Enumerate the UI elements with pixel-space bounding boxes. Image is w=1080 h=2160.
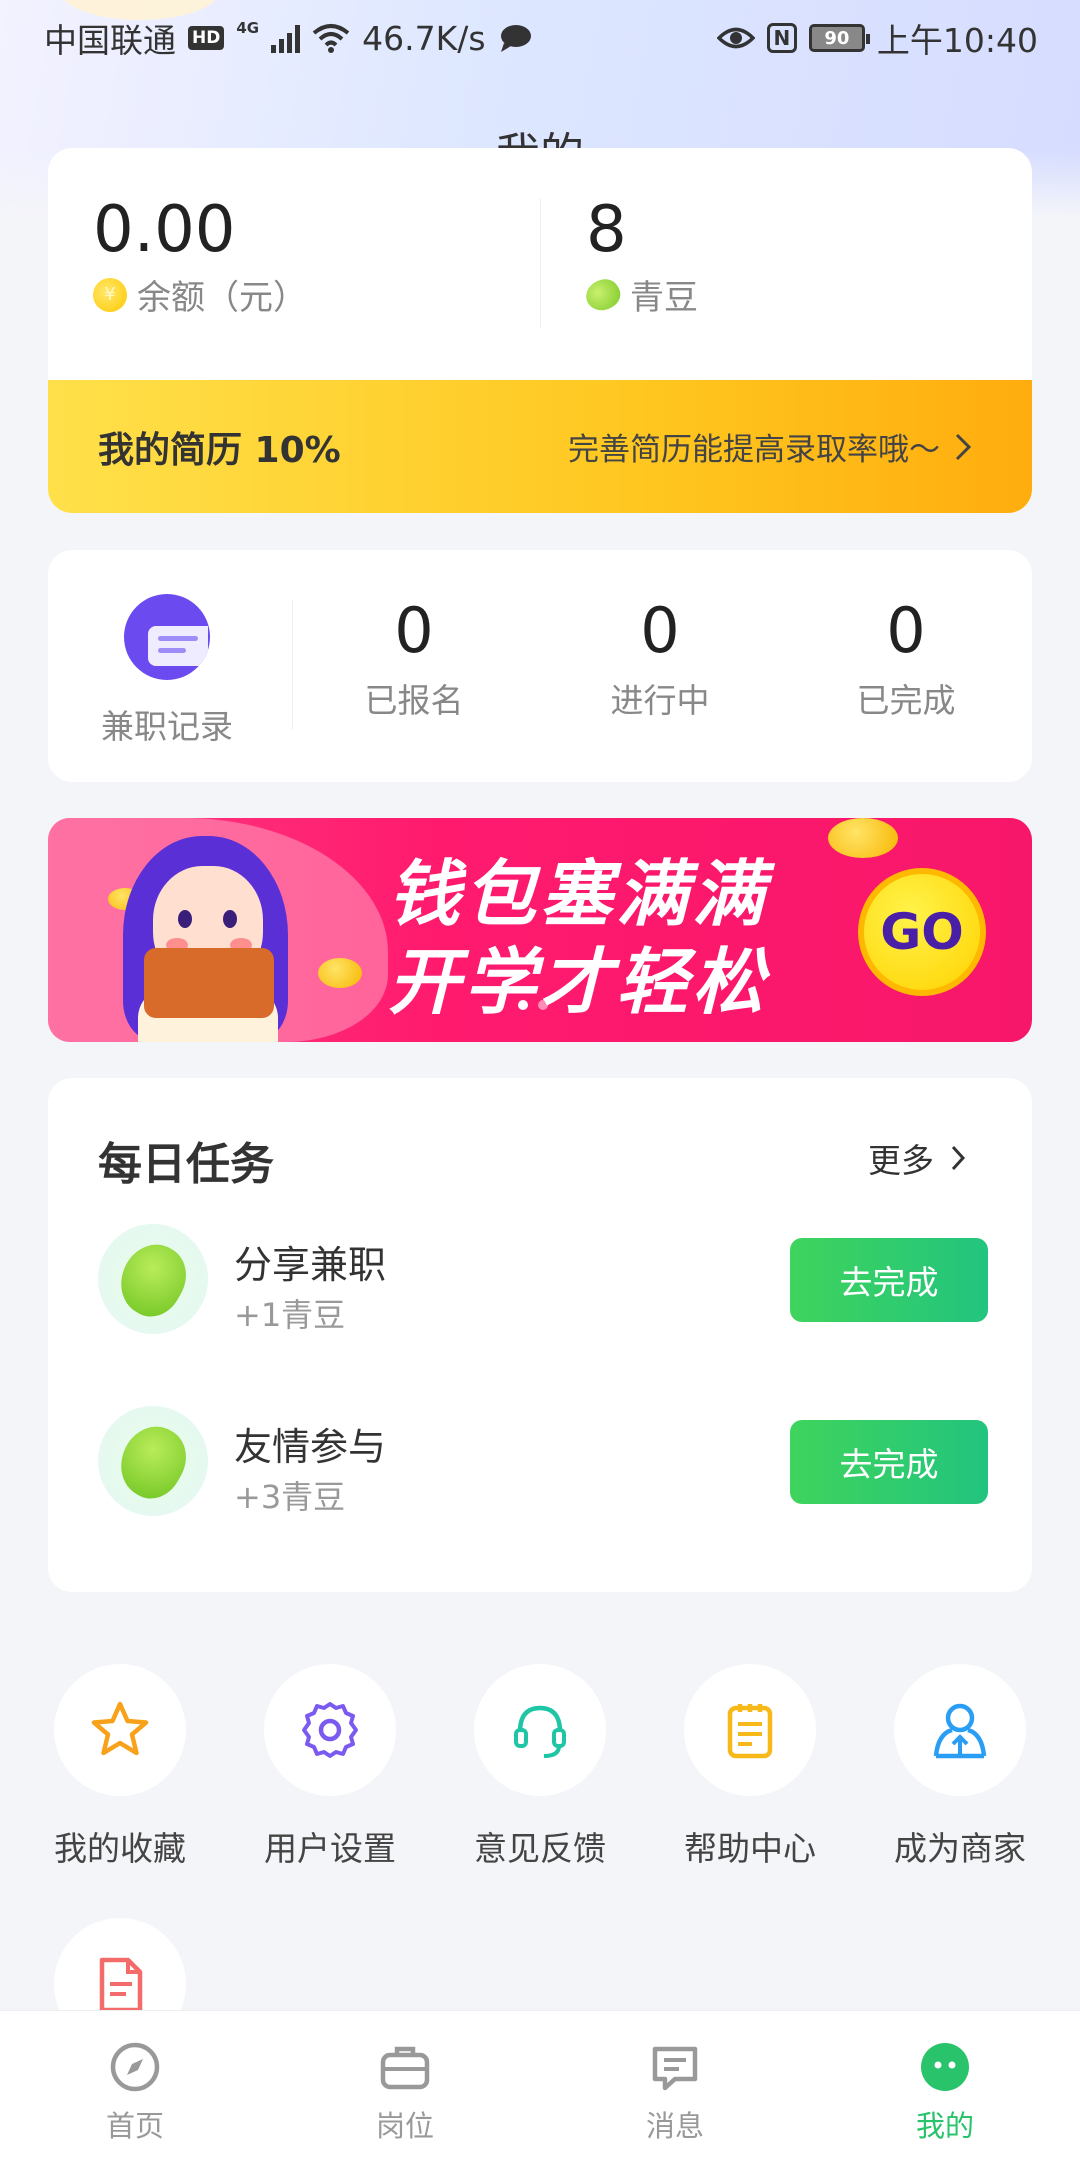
bottom-nav: 首页 岗位 消息 我的 [0,2010,1080,2160]
stat-in-progress[interactable]: 0 进行中 [560,600,760,722]
nav-label: 首页 [105,2109,164,2143]
job-records-entry[interactable]: 兼职记录 [92,594,242,748]
document-icon [99,1957,143,2013]
service-label: 用户设置 [264,1829,396,1868]
briefcase-icon [380,2046,430,2090]
notepad-icon [727,1704,773,1759]
network-type: 4G [236,19,260,37]
balance-value: 0.00 [93,193,236,267]
clock: 上午10:40 [876,21,1038,60]
banner-slogan-line2: 开学才轻松 [388,940,769,1024]
go-button[interactable]: GO [858,868,986,996]
service-settings[interactable]: 用户设置 [250,1664,410,1870]
coin-icon: ¥ [93,277,127,312]
service-feedback[interactable]: 意见反馈 [460,1664,620,1870]
balance-label: 余额（元） [137,278,307,318]
profile-icon [921,2043,969,2091]
nav-label: 消息 [645,2109,704,2143]
task-row: 分享兼职 +1青豆 去完成 [98,1224,988,1344]
resume-banner[interactable]: 我的简历 10% 完善简历能提高录取率哦～ [48,380,1032,513]
carousel-dot-active [518,1000,528,1010]
daily-tasks-card: 每日任务 更多 分享兼职 +1青豆 去完成 友情参与 +3青豆 去完成 [48,1078,1032,1592]
beans-value: 8 [586,193,627,267]
nav-messages[interactable]: 消息 [540,2011,810,2160]
more-label: 更多 [868,1141,934,1180]
service-label: 成为商家 [894,1829,1026,1868]
signal-icon [271,23,301,53]
complete-task-button[interactable]: 去完成 [790,1238,988,1322]
resume-tip: 完善简历能提高录取率哦～ [568,432,940,468]
service-become-merchant[interactable]: 成为商家 [880,1664,1040,1870]
more-tasks-link[interactable]: 更多 [868,1134,966,1182]
job-record-icon [124,594,210,680]
bean-icon [98,1224,208,1334]
task-name: 分享兼职 [234,1243,387,1287]
stat-completed[interactable]: 0 已完成 [806,600,1006,722]
bean-icon [98,1406,208,1516]
stat-applied-label: 已报名 [364,681,464,720]
eye-comfort-icon [716,27,755,49]
nav-profile[interactable]: 我的 [810,2011,1080,2160]
message-icon [652,2046,698,2091]
nfc-icon: N [766,23,797,53]
service-help[interactable]: 帮助中心 [670,1664,830,1870]
battery-icon: 90 [808,24,870,52]
task-reward: +3青豆 [234,1478,346,1516]
task-name: 友情参与 [234,1425,387,1469]
carousel-dot [538,1000,548,1010]
status-bar: 中国联通 HD 4G 46.7K/s N 90 上午10:40 [0,0,1080,76]
resume-title: 我的简历 10% [98,429,341,471]
chat-notification-icon [500,25,531,52]
nav-label: 我的 [915,2109,974,2143]
stat-completed-value: 0 [886,594,926,667]
wifi-icon [312,24,350,53]
complete-task-button[interactable]: 去完成 [790,1420,988,1504]
stat-in-progress-label: 进行中 [610,681,710,720]
wallet-icon [144,948,274,1018]
banner-slogan-line1: 钱包塞满满 [388,852,769,936]
job-records-card: 兼职记录 0 已报名 0 进行中 0 已完成 [48,550,1032,782]
nav-home[interactable]: 首页 [0,2011,270,2160]
gear-icon [302,1702,358,1758]
stat-applied[interactable]: 0 已报名 [314,600,514,722]
daily-tasks-title: 每日任务 [98,1139,274,1190]
compass-icon [110,2042,160,2092]
nav-jobs[interactable]: 岗位 [270,2011,540,2160]
stat-completed-label: 已完成 [856,681,956,720]
service-favorites[interactable]: 我的收藏 [40,1664,200,1870]
network-speed: 46.7K/s [362,18,486,58]
nav-label: 岗位 [375,2109,434,2143]
stat-in-progress-value: 0 [640,594,680,667]
task-row: 友情参与 +3青豆 去完成 [98,1406,988,1526]
stat-applied-value: 0 [394,594,434,667]
wallet-card: 0.00 ¥ 余额（元） 8 青豆 我的简历 10% 完善简历能提高录取率哦～ [48,148,1032,513]
balance-stat[interactable]: 0.00 ¥ 余额（元） [93,198,307,319]
carrier-name: 中国联通 [44,21,176,60]
beans-label: 青豆 [630,278,698,318]
beans-stat[interactable]: 8 青豆 [580,193,698,319]
merchant-icon [933,1703,987,1759]
hd-badge: HD [188,26,225,50]
service-label: 意见反馈 [474,1829,606,1868]
star-icon [91,1701,149,1756]
service-label: 我的收藏 [54,1829,186,1868]
task-reward: +1青豆 [234,1296,346,1334]
headset-icon [514,1705,566,1758]
chevron-right-icon [951,1145,966,1171]
bean-icon [580,273,626,316]
job-records-label: 兼职记录 [101,707,233,746]
chevron-right-icon [955,433,972,460]
service-label: 帮助中心 [684,1829,816,1868]
promo-banner[interactable]: 钱包塞满满 开学才轻松 GO [48,818,1032,1042]
